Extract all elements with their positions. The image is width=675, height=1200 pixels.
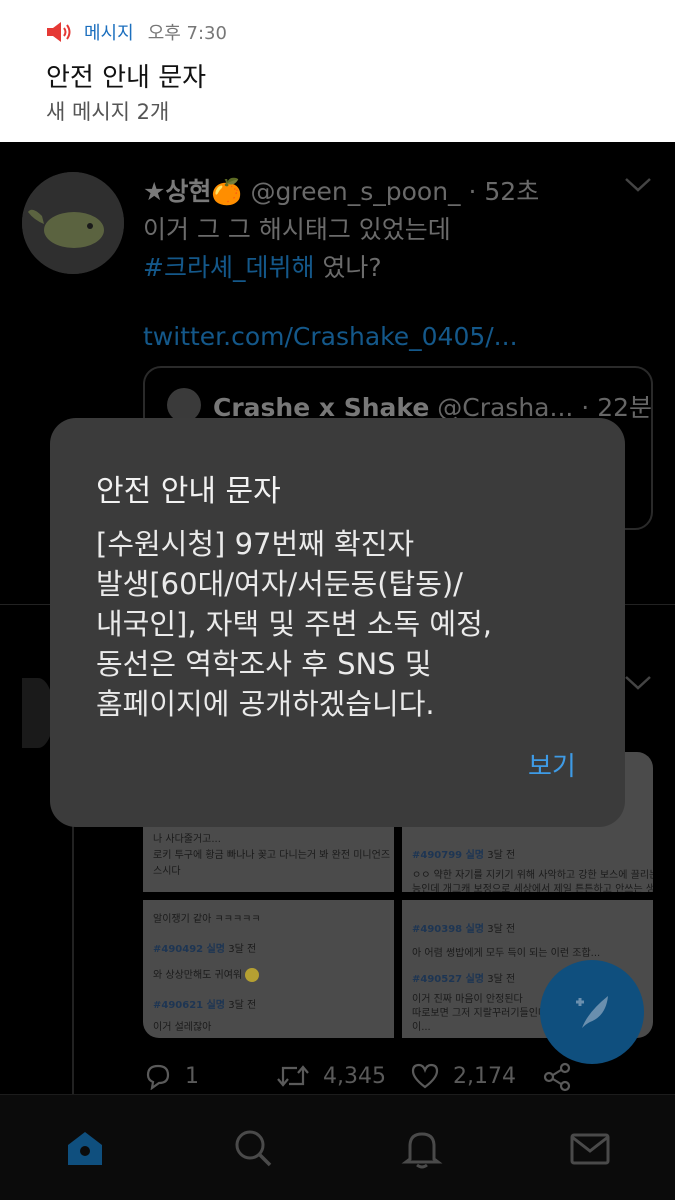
tile-text: 이거 진짜 마음이 안정된다 (412, 994, 523, 1005)
whale-avatar-icon (22, 172, 124, 274)
view-button[interactable]: 보기 (528, 746, 576, 783)
home-icon[interactable] (64, 1127, 106, 1169)
tweet-hashtag-link[interactable]: #크라셰_데뷔해 (143, 253, 314, 282)
tile-text: #490799 실명 3달 전 (412, 846, 515, 861)
tweet-actions: 1 4,345 2,174 (143, 1062, 613, 1094)
dialog-message: [수원시청] 97번째 확진자 발생[60대/여자/서둔동(탑동)/ 내국인],… (96, 527, 493, 721)
search-icon[interactable] (232, 1127, 274, 1169)
tile-post-id: #490799 실명 (412, 850, 485, 861)
tweet-header: ★상현🍊 @green_s_poon_ · 52초 (143, 172, 539, 208)
tweet-text-line2: #크라셰_데뷔해 였나? (143, 248, 382, 284)
dialog-title: 안전 안내 문자 (96, 474, 281, 509)
like-button[interactable]: 2,174 (409, 1062, 516, 1090)
tweet-url-link[interactable]: twitter.com/Crashake_0405/... (143, 322, 518, 351)
tweet-time: · 52초 (468, 177, 540, 206)
tile-meta: 3달 전 (487, 924, 516, 935)
tile-text: #490621 실명 3달 전 (153, 996, 256, 1011)
notification-subtitle: 새 메시지 2개 (46, 100, 170, 124)
notification-time: 오후 7:30 (147, 23, 227, 44)
mail-icon[interactable] (569, 1127, 611, 1169)
tile-text-content: 와 상상만해도 귀여워 (153, 970, 243, 981)
tile-post-id: #490527 실명 (412, 974, 485, 985)
tweet-display-name[interactable]: ★상현🍊 (143, 177, 243, 206)
speaker-icon (47, 22, 71, 42)
reply-button[interactable]: 1 (143, 1062, 199, 1090)
message-notification[interactable]: 메시지 오후 7:30 안전 안내 문자 새 메시지 2개 (0, 0, 675, 142)
tile-text: 이... (412, 1022, 431, 1033)
reply-icon (146, 1064, 170, 1090)
bell-icon[interactable] (401, 1127, 443, 1169)
notification-header: 메시지 오후 7:30 (46, 19, 227, 45)
media-tile-3[interactable]: 알이쟁기 같아 ㅋㅋㅋㅋㅋ #490492 실명 3달 전 와 상상만해도 귀여… (143, 900, 394, 1038)
reply-count: 1 (185, 1063, 199, 1089)
tile-post-id: #490492 실명 (153, 944, 226, 955)
tile-meta: 3달 전 (487, 850, 516, 861)
tile-text: 로키 투구에 황금 빠나나 꽂고 다니는거 봐 완전 미니언즈 맞춤형 뿌 (153, 850, 394, 861)
tweet-handle: @green_s_poon_ (250, 177, 461, 206)
safety-alert-dialog: 안전 안내 문자 [수원시청] 97번째 확진자 발생[60대/여자/서둔동(탑… (50, 418, 625, 827)
tile-meta: 3달 전 (487, 974, 516, 985)
smile-emoji-icon (245, 968, 260, 982)
retweet-count: 4,345 (323, 1063, 386, 1089)
like-icon (411, 1063, 439, 1089)
share-button[interactable] (541, 1062, 585, 1092)
tile-post-id: #490398 실명 (412, 924, 485, 935)
avatar[interactable] (22, 172, 124, 274)
tweet-text-rest: 였나? (314, 253, 382, 282)
tile-text: 나 사다줄거고... (153, 834, 221, 845)
tile-post-id: #490621 실명 (153, 1000, 226, 1011)
tile-text: 이거 설레잖아 (153, 1022, 212, 1033)
chevron-down-icon[interactable] (624, 176, 652, 194)
tile-text: #490527 실명 3달 전 (412, 970, 515, 985)
notification-title: 안전 안내 문자 (46, 63, 207, 93)
retweet-button[interactable]: 4,345 (275, 1062, 386, 1090)
tile-text: 스시다 (153, 866, 181, 877)
share-icon (543, 1062, 571, 1092)
tile-text: #490398 실명 3달 전 (412, 920, 515, 935)
tile-text: #490492 실명 3달 전 (153, 940, 256, 955)
tile-text: 능인데 개그캐 보정으로 세상에서 제일 튼튼하고 안쓰는 생물체 (412, 884, 653, 892)
compose-tweet-button[interactable] (540, 960, 644, 1064)
tile-text: 아 어렴 썽밥에게 모두 득이 되는 이런 조합... (412, 948, 601, 959)
quote-avatar (167, 388, 201, 422)
tweet-text-line1: 이거 그 그 해시태그 있었는데 (143, 215, 451, 244)
retweet-icon (277, 1065, 309, 1087)
tile-meta: 3달 전 (228, 1000, 257, 1011)
tile-meta: 3달 전 (228, 944, 257, 955)
notification-app-name: 메시지 (84, 23, 134, 44)
tile-text: ㅇㅇ 약한 자기를 지키기 위해 사악하고 강한 보스에 끌리는 본 (412, 870, 653, 881)
tile-text: 따로보면 그저 지랄꾸러기들인데 (412, 1008, 548, 1019)
chevron-down-icon[interactable] (624, 674, 652, 692)
tile-text: 알이쟁기 같아 ㅋㅋㅋㅋㅋ (153, 914, 261, 925)
like-count: 2,174 (453, 1063, 516, 1089)
bottom-navigation (0, 1094, 675, 1200)
tile-text: 와 상상만해도 귀여워 (153, 966, 260, 982)
compose-tweet-icon (576, 996, 608, 1028)
